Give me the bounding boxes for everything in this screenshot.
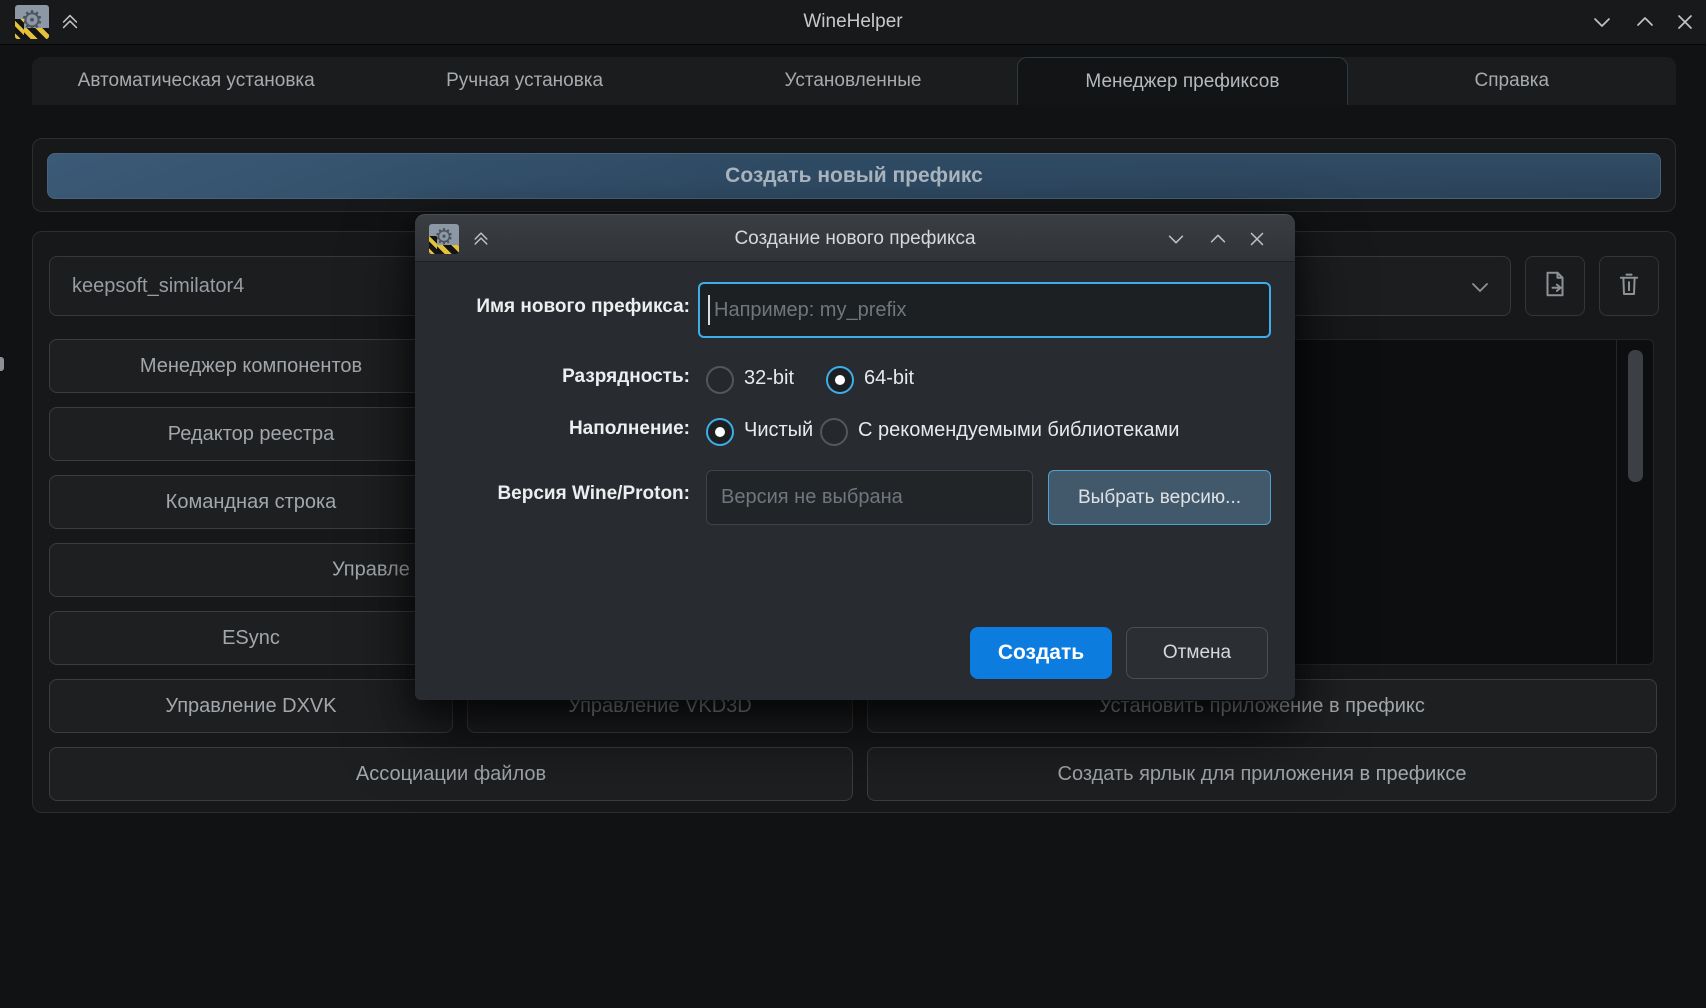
file-associations-button[interactable]: Ассоциации файлов [49, 747, 853, 801]
trash-icon [1614, 269, 1644, 304]
radio-recommended-libs[interactable] [820, 418, 848, 446]
edge-handle[interactable] [0, 357, 4, 371]
radio-64bit-label[interactable]: 64-bit [864, 367, 914, 390]
prefix-name-label: Имя нового префикса: [435, 296, 690, 318]
create-prefix-panel: Создать новый префикс [32, 138, 1676, 212]
minimize-button[interactable] [1590, 10, 1614, 34]
prefix-select-value: keepsoft_similator4 [50, 275, 244, 298]
radio-32bit[interactable] [706, 366, 734, 394]
dialog-title-bar: ⚙ Создание нового префикса [415, 214, 1295, 262]
title-bar: ⚙ WineHelper [0, 0, 1706, 45]
create-button[interactable]: Создать [970, 627, 1112, 679]
choose-version-button[interactable]: Выбрать версию... [1048, 470, 1271, 525]
command-line-button[interactable]: Командная строка [49, 475, 453, 529]
window-title: WineHelper [0, 0, 1706, 44]
radio-recommended-libs-label[interactable]: С рекомендуемыми библиотеками [858, 419, 1179, 442]
radio-64bit[interactable] [826, 366, 854, 394]
radio-clean[interactable] [706, 418, 734, 446]
esync-button[interactable]: ESync [49, 611, 453, 665]
dialog-title: Создание нового префикса [415, 215, 1295, 263]
radio-32bit-label[interactable]: 32-bit [744, 367, 794, 390]
maximize-button[interactable] [1633, 10, 1657, 34]
components-manager-button[interactable]: Менеджер компонентов [49, 339, 453, 393]
scrollbar-track[interactable] [1616, 340, 1653, 664]
winehelper-window: ⚙ WineHelper Автоматическая установка Ру… [0, 0, 1706, 1008]
create-new-prefix-button[interactable]: Создать новый префикс [47, 153, 1661, 199]
radio-clean-label[interactable]: Чистый [744, 419, 813, 442]
wine-version-label: Версия Wine/Proton: [435, 483, 690, 505]
dxvk-manage-button[interactable]: Управление DXVK [49, 679, 453, 733]
document-arrow-icon [1540, 269, 1570, 304]
text-caret [708, 295, 710, 325]
dialog-close-button[interactable] [1245, 227, 1269, 251]
scrollbar-thumb[interactable] [1628, 350, 1643, 482]
tab-help[interactable]: Справка [1348, 57, 1676, 105]
create-shortcut-button[interactable]: Создать ярлык для приложения в префиксе [867, 747, 1657, 801]
dialog-maximize-button[interactable] [1206, 227, 1230, 251]
tab-installed[interactable]: Установленные [689, 57, 1017, 105]
registry-editor-button[interactable]: Редактор реестра [49, 407, 453, 461]
prefix-name-input[interactable] [698, 282, 1271, 338]
delete-button[interactable] [1599, 256, 1659, 316]
tab-prefix-manager[interactable]: Менеджер префиксов [1017, 57, 1347, 105]
fill-label: Наполнение: [435, 418, 690, 440]
create-prefix-dialog: ⚙ Создание нового префикса Имя нового пр… [415, 214, 1295, 700]
new-file-button[interactable] [1525, 256, 1585, 316]
close-button[interactable] [1673, 10, 1697, 34]
dialog-minimize-button[interactable] [1164, 227, 1188, 251]
arch-label: Разрядность: [435, 366, 690, 388]
wine-version-input[interactable] [706, 470, 1033, 525]
chevron-down-icon [1468, 275, 1492, 299]
tab-bar: Автоматическая установка Ручная установк… [32, 57, 1676, 105]
cancel-button[interactable]: Отмена [1126, 627, 1268, 679]
tab-auto-install[interactable]: Автоматическая установка [32, 57, 360, 105]
tab-manual-install[interactable]: Ручная установка [360, 57, 688, 105]
